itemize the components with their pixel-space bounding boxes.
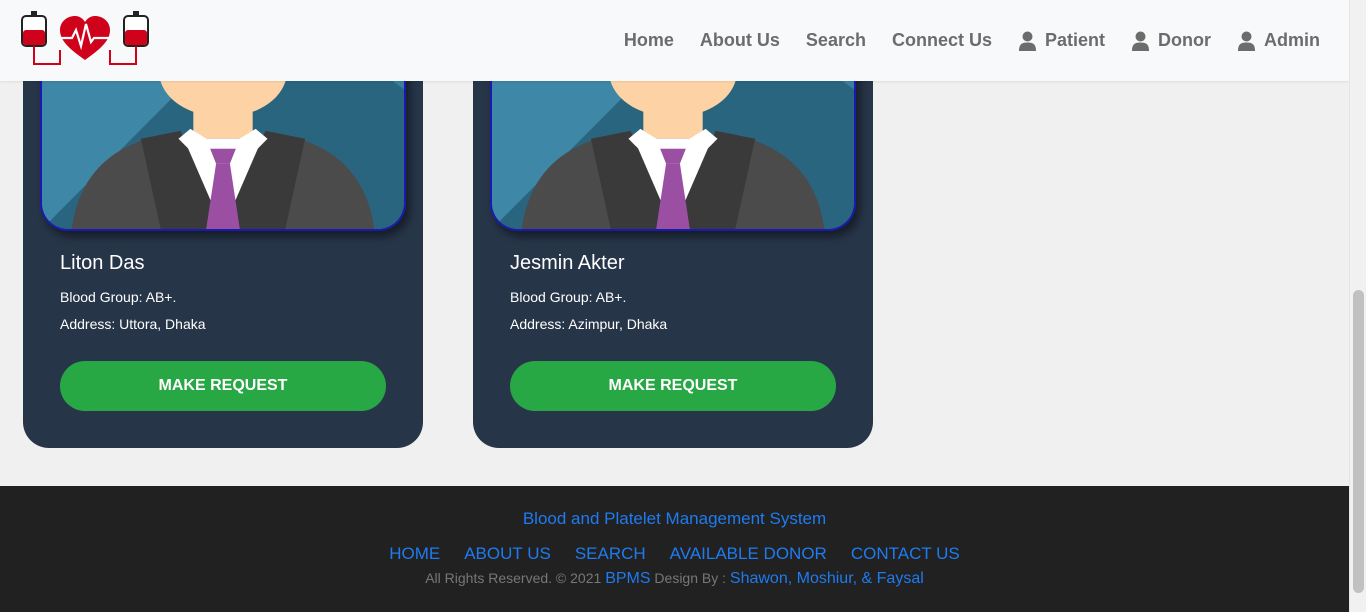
donor-name: Jesmin Akter <box>510 252 625 274</box>
footer-link-home[interactable]: HOME <box>389 544 440 564</box>
make-request-button[interactable]: MAKE REQUEST <box>510 361 836 411</box>
nav-connect-us[interactable]: Connect Us <box>892 30 992 51</box>
donor-address: Address: Uttora, Dhaka <box>60 316 206 332</box>
copyright: All Rights Reserved. © 2021 BPMS Design … <box>0 570 1349 588</box>
footer: Blood and Platelet Management System HOM… <box>0 486 1349 612</box>
donor-blood-group: Blood Group: AB+. <box>510 289 627 305</box>
donor-card: Liton Das Blood Group: AB+. Address: Utt… <box>23 0 423 448</box>
page-scrollbar[interactable] <box>1349 0 1366 612</box>
user-icon <box>1238 31 1255 51</box>
blood-bag-logo-icon[interactable] <box>18 10 152 70</box>
page: Home About Us Search Connect Us Patient … <box>0 0 1349 612</box>
nav-search[interactable]: Search <box>806 30 866 51</box>
nav-about-label[interactable]: About Us <box>700 30 780 51</box>
footer-link-contact-us[interactable]: CONTACT US <box>851 544 960 564</box>
footer-link-about-us[interactable]: ABOUT US <box>464 544 551 564</box>
user-icon <box>1018 31 1036 51</box>
footer-link-available-donor[interactable]: AVAILABLE DONOR <box>670 544 827 564</box>
nav-home[interactable]: Home <box>624 30 674 51</box>
authors-link[interactable]: Shawon, Moshiur, & Faysal <box>730 570 924 587</box>
design-by-label: Design By : <box>654 570 727 586</box>
nav-connect-label[interactable]: Connect Us <box>892 30 992 51</box>
donor-blood-group: Blood Group: AB+. <box>60 289 177 305</box>
user-icon <box>1132 31 1149 51</box>
nav-search-label[interactable]: Search <box>806 30 866 51</box>
nav-home-label[interactable]: Home <box>624 30 674 51</box>
nav-admin[interactable]: Admin <box>1237 30 1320 51</box>
copyright-text: All Rights Reserved. © 2021 <box>425 570 602 586</box>
footer-title[interactable]: Blood and Platelet Management System <box>0 509 1349 529</box>
nav-admin-label[interactable]: Admin <box>1264 30 1320 51</box>
brand-link[interactable]: BPMS <box>605 570 650 587</box>
main-nav: Home About Us Search Connect Us Patient … <box>598 0 1320 81</box>
donor-card: Jesmin Akter Blood Group: AB+. Address: … <box>473 0 873 448</box>
footer-links: HOME ABOUT US SEARCH AVAILABLE DONOR CON… <box>0 544 1349 564</box>
footer-link-search[interactable]: SEARCH <box>575 544 646 564</box>
nav-donor-label[interactable]: Donor <box>1158 30 1211 51</box>
donor-name: Liton Das <box>60 252 145 274</box>
navbar: Home About Us Search Connect Us Patient … <box>0 0 1349 81</box>
scrollbar-thumb[interactable] <box>1353 290 1364 593</box>
donor-address: Address: Azimpur, Dhaka <box>510 316 668 332</box>
nav-about-us[interactable]: About Us <box>700 30 780 51</box>
nav-patient[interactable]: Patient <box>1018 30 1105 51</box>
make-request-button[interactable]: MAKE REQUEST <box>60 361 386 411</box>
nav-donor[interactable]: Donor <box>1131 30 1211 51</box>
nav-patient-label[interactable]: Patient <box>1045 30 1105 51</box>
